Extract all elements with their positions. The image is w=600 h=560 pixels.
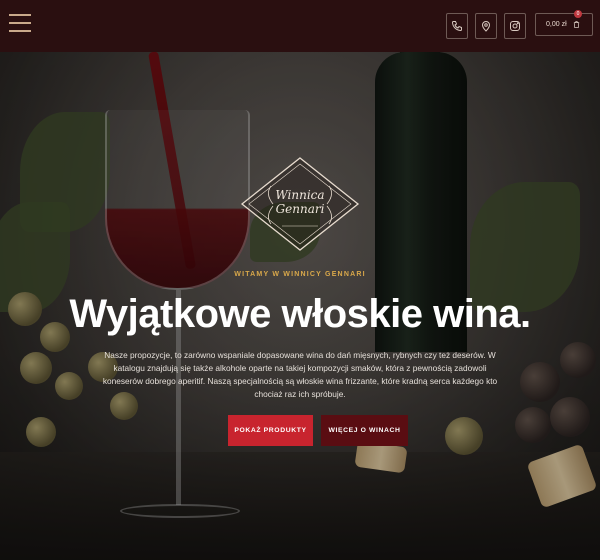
cart-button[interactable]: 0,00 zł 0 (535, 10, 593, 36)
hero-section: Winnica Gennari WITAMY W WINNICY GENNARI… (0, 52, 600, 560)
hamburger-icon[interactable] (9, 14, 31, 34)
cart-icon (573, 21, 579, 28)
hero-overline: WITAMY W WINNICY GENNARI (234, 271, 366, 278)
logo-wordmark-line1: Winnica (275, 188, 325, 202)
more-about-wines-button[interactable]: WIĘCEJ O WINACH (321, 415, 408, 446)
cart-count-badge: 0 (574, 10, 582, 18)
hero-description: Nasze propozycje, to zarówno wspaniale d… (102, 350, 498, 399)
hero-headline: Wyjątkowe włoskie wina. (69, 292, 531, 336)
instagram-icon[interactable] (504, 13, 526, 39)
location-pin-icon[interactable] (475, 13, 497, 39)
cart-amount: 0,00 zł (546, 21, 567, 28)
site-header: 0,00 zł 0 (0, 0, 600, 52)
winnica-gennari-logo[interactable]: Winnica Gennari (238, 156, 362, 252)
phone-icon[interactable] (446, 13, 468, 39)
show-products-button[interactable]: POKAŻ PRODUKTY (228, 415, 313, 446)
logo-wordmark-line2: Gennari (275, 202, 325, 216)
